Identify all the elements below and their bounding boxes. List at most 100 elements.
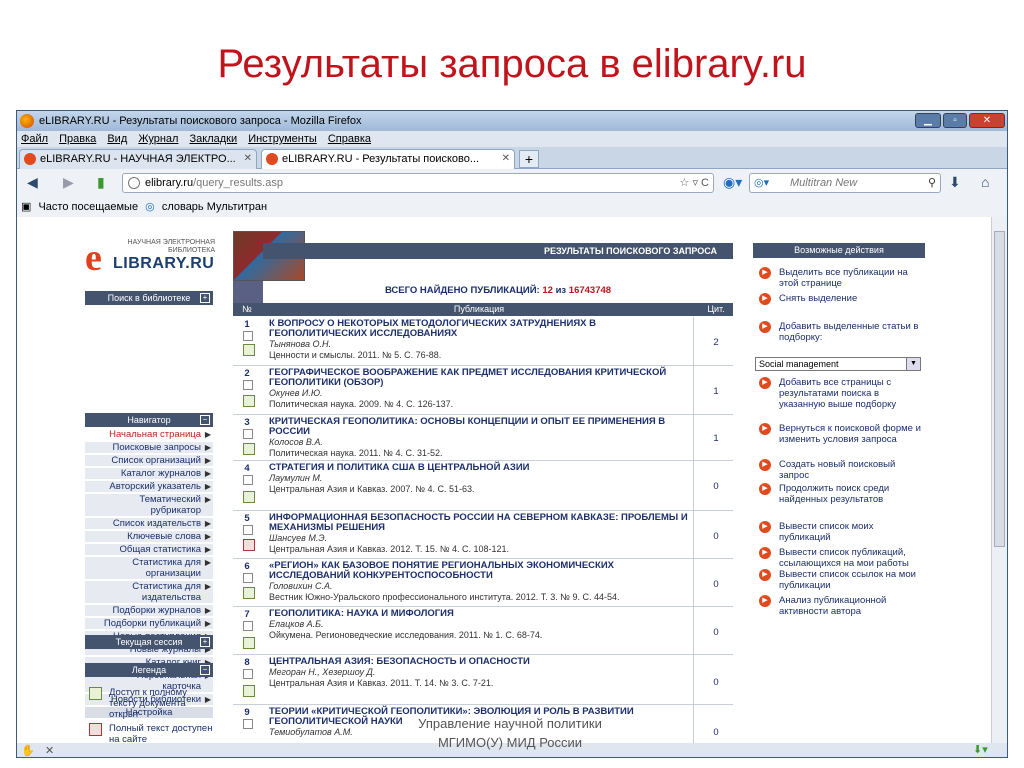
publication-author[interactable]: Мегоран Н., Хезершоу Д. <box>269 667 375 677</box>
reload-icon[interactable]: ☆ ▿ C <box>680 174 709 192</box>
document-icon[interactable] <box>243 685 255 697</box>
expand-icon[interactable]: + <box>200 637 210 647</box>
action-add-all-pages[interactable]: ▶ Добавить все страницы с результатами по… <box>757 377 927 410</box>
citation-count[interactable]: 0 <box>699 531 733 542</box>
citation-count[interactable]: 0 <box>699 627 733 638</box>
select-checkbox[interactable] <box>243 429 253 439</box>
citation-count[interactable]: 1 <box>699 386 733 397</box>
action-author-analysis[interactable]: ▶ Анализ публикационной активности автора <box>757 595 927 617</box>
publication-author[interactable]: Головихин С.А. <box>269 581 332 591</box>
minimize-button[interactable]: ▁ <box>915 113 941 128</box>
menu-help[interactable]: Справка <box>324 133 375 145</box>
publication-author[interactable]: Шансуев М.Э. <box>269 533 327 543</box>
back-icon[interactable]: ◀ <box>27 174 38 191</box>
nav-item-pub-collections[interactable]: Подборки публикаций ▶ <box>85 618 213 629</box>
publication-author[interactable]: Окунев И.Ю. <box>269 388 323 398</box>
document-icon[interactable] <box>243 395 255 407</box>
publication-author[interactable]: Темиобулатов А.М. <box>269 727 353 737</box>
addon-icon[interactable]: ◉▾ <box>723 174 742 191</box>
download-icon[interactable]: ⬇ <box>949 174 961 191</box>
action-return-to-form[interactable]: ▶ Вернуться к поисковой форме и изменить … <box>757 423 927 445</box>
citation-count[interactable]: 2 <box>699 337 733 348</box>
select-checkbox[interactable] <box>243 525 253 535</box>
nav-item-org-stats[interactable]: Статистика для организации ▶ <box>85 557 213 579</box>
publication-author[interactable]: Тынянова О.Н. <box>269 339 331 349</box>
close-tab-icon[interactable]: ✕ <box>244 150 252 168</box>
search-icon[interactable]: ⚲ <box>928 174 936 192</box>
citation-count[interactable]: 0 <box>699 677 733 688</box>
nav-item-rubricator[interactable]: Тематический рубрикатор ▶ <box>85 494 213 516</box>
nav-item-author-index[interactable]: Авторский указатель ▶ <box>85 481 213 492</box>
collapse-icon[interactable]: − <box>200 665 210 675</box>
publication-title[interactable]: ЦЕНТРАЛЬНАЯ АЗИЯ: БЕЗОПАСНОСТЬ И ОПАСНОС… <box>269 657 689 667</box>
nav-item-statistics[interactable]: Общая статистика ▶ <box>85 544 213 555</box>
publication-source[interactable]: Ценности и смыслы. 2011. № 5. С. 76-88. <box>269 350 441 360</box>
action-new-query[interactable]: ▶ Создать новый поисковый запрос <box>757 459 927 481</box>
publication-title[interactable]: ГЕОГРАФИЧЕСКОЕ ВООБРАЖЕНИЕ КАК ПРЕДМЕТ И… <box>269 368 689 388</box>
home-icon[interactable]: ⌂ <box>981 174 989 190</box>
nav-item-journal-catalog[interactable]: Каталог журналов ▶ <box>85 468 213 479</box>
citation-count[interactable]: 0 <box>699 481 733 492</box>
nav-item-home[interactable]: Начальная страница ▶ <box>85 429 213 440</box>
nav-item-organizations[interactable]: Список организаций ▶ <box>85 455 213 466</box>
bookmark-most-visited[interactable]: Часто посещаемые <box>38 201 138 213</box>
nav-item-publisher-stats[interactable]: Статистика для издательства ▶ <box>85 581 213 603</box>
action-my-publications[interactable]: ▶ Вывести список моих публикаций <box>757 521 927 543</box>
document-icon[interactable] <box>243 587 255 599</box>
session-header[interactable]: Текущая сессия + <box>85 635 213 649</box>
addon-status-icon[interactable]: ⬇▾ <box>973 743 988 756</box>
nav-item-journal-collections[interactable]: Подборки журналов ▶ <box>85 605 213 616</box>
tab-elibrary-home[interactable]: eLIBRARY.RU - НАУЧНАЯ ЭЛЕКТРО... ✕ <box>19 149 257 169</box>
select-checkbox[interactable] <box>243 475 253 485</box>
close-window-button[interactable]: ✕ <box>969 113 1005 128</box>
publication-title[interactable]: КРИТИЧЕСКАЯ ГЕОПОЛИТИКА: ОСНОВЫ КОНЦЕПЦИ… <box>269 417 689 437</box>
elibrary-logo[interactable]: e НАУЧНАЯ ЭЛЕКТРОННАЯ БИБЛИОТЕКА LIBRARY… <box>85 239 215 279</box>
document-icon[interactable] <box>243 539 255 551</box>
forward-icon[interactable]: ▶ <box>63 174 74 191</box>
menu-view[interactable]: Вид <box>103 133 131 145</box>
search-input[interactable]: ◎▾ Multitran New ⚲ <box>749 173 941 193</box>
menu-file[interactable]: Файл <box>17 133 52 145</box>
collapse-icon[interactable]: − <box>200 415 210 425</box>
menu-bookmarks[interactable]: Закладки <box>186 133 242 145</box>
tab-query-results[interactable]: eLIBRARY.RU - Результаты поисково... ✕ <box>261 149 515 169</box>
navigator-header[interactable]: Навигатор − <box>85 413 213 427</box>
search-engine-icon[interactable]: ◎▾ <box>754 174 769 192</box>
publication-author[interactable]: Лаумулин М. <box>269 473 322 483</box>
publication-title[interactable]: СТРАТЕГИЯ И ПОЛИТИКА США В ЦЕНТРАЛЬНОЙ А… <box>269 463 689 473</box>
close-addon-bar-icon[interactable]: ✕ <box>45 744 54 757</box>
vertical-scrollbar[interactable] <box>991 217 1007 745</box>
publication-source[interactable]: Вестник Южно-Уральского профессиональног… <box>269 592 619 602</box>
document-icon[interactable] <box>243 637 255 649</box>
nav-item-search-queries[interactable]: Поисковые запросы ▶ <box>85 442 213 453</box>
menu-history[interactable]: Журнал <box>134 133 182 145</box>
publication-source[interactable]: Центральная Азия и Кавказ. 2012. Т. 15. … <box>269 544 509 554</box>
publication-source[interactable]: Политическая наука. 2011. № 4. С. 31-52. <box>269 448 442 458</box>
action-search-within[interactable]: ▶ Продолжить поиск среди найденных резуль… <box>757 483 927 505</box>
publication-source[interactable]: Политическая наука. 2009. № 4. С. 126-13… <box>269 399 453 409</box>
document-icon[interactable] <box>243 344 255 356</box>
action-citing-publications[interactable]: ▶ Вывести список публикаций, ссылающихся … <box>757 547 927 569</box>
library-search-header[interactable]: Поиск в библиотеке + <box>85 291 213 305</box>
publication-author[interactable]: Колосов В.А. <box>269 437 323 447</box>
publication-source[interactable]: Центральная Азия и Кавказ. 2011. Т. 14. … <box>269 678 493 688</box>
collection-select[interactable]: Social management ▼ <box>755 357 921 371</box>
address-bar[interactable]: elibrary.ru/query_results.asp ☆ ▿ C <box>122 173 714 193</box>
select-checkbox[interactable] <box>243 669 253 679</box>
citation-count[interactable]: 0 <box>699 579 733 590</box>
document-icon[interactable] <box>243 443 255 455</box>
select-checkbox[interactable] <box>243 621 253 631</box>
publication-title[interactable]: ИНФОРМАЦИОННАЯ БЕЗОПАСНОСТЬ РОССИИ НА СЕ… <box>269 513 689 533</box>
nav-item-keywords[interactable]: Ключевые слова ▶ <box>85 531 213 542</box>
publication-source[interactable]: Ойкумена. Регионоведческие исследования.… <box>269 630 542 640</box>
action-deselect[interactable]: ▶ Снять выделение <box>757 293 927 305</box>
chevron-down-icon[interactable]: ▼ <box>906 358 920 370</box>
menu-tools[interactable]: Инструменты <box>244 133 321 145</box>
addon-bar-icon[interactable]: ✋ <box>21 744 35 757</box>
menu-edit[interactable]: Правка <box>55 133 100 145</box>
select-checkbox[interactable] <box>243 573 253 583</box>
expand-icon[interactable]: + <box>200 293 210 303</box>
new-tab-button[interactable]: + <box>519 150 539 168</box>
publication-source[interactable]: Центральная Азия и Кавказ. 2007. № 4. С.… <box>269 484 475 494</box>
publication-title[interactable]: «РЕГИОН» КАК БАЗОВОЕ ПОНЯТИЕ РЕГИОНАЛЬНЫ… <box>269 561 689 581</box>
